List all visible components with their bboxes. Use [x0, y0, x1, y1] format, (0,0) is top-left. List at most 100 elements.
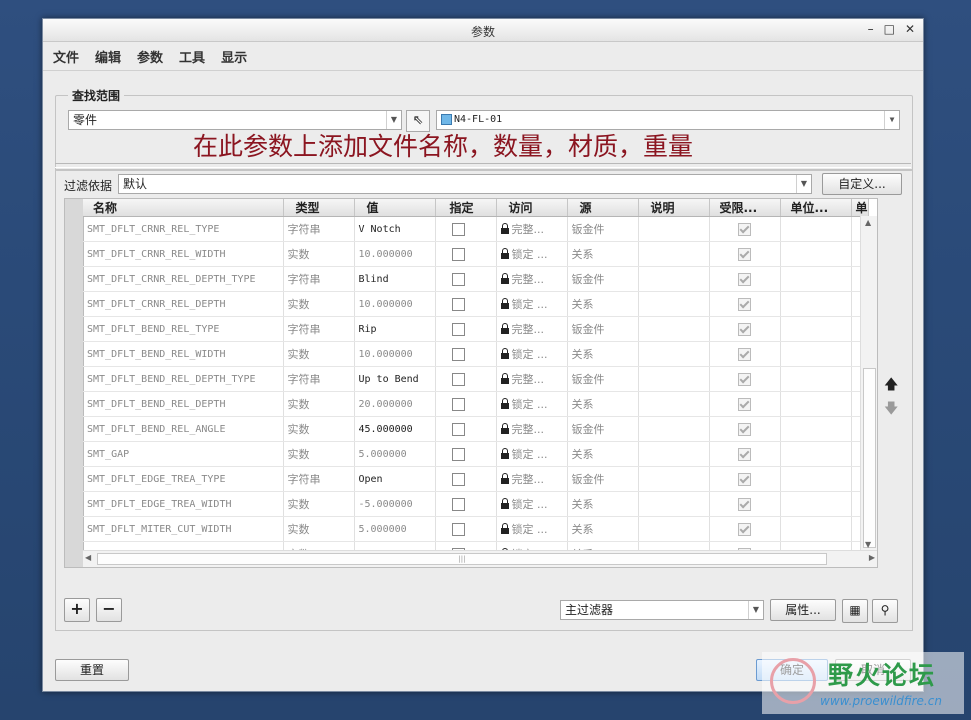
designate-checkbox[interactable]	[451, 497, 465, 511]
param-designate[interactable]	[435, 391, 497, 417]
param-access[interactable]: 锁定 ...	[496, 341, 568, 367]
col-description[interactable]: 说明	[638, 199, 710, 217]
designate-checkbox[interactable]	[451, 247, 465, 261]
table-row[interactable]: SMT_DFLT_MITER_CUT_WIDTH 实数 5.000000 锁定 ...…	[83, 516, 869, 542]
param-description[interactable]	[638, 491, 710, 517]
param-description[interactable]	[638, 466, 710, 492]
remove-parameter-button[interactable]: −	[96, 598, 122, 622]
param-designate[interactable]	[435, 366, 497, 392]
param-description[interactable]	[638, 216, 710, 242]
param-value[interactable]: Up to Bend	[354, 366, 436, 392]
table-row[interactable]: SMT_GAP 实数 5.000000 锁定 ... 关系	[83, 441, 869, 467]
param-description[interactable]	[638, 441, 710, 467]
param-access[interactable]: 锁定 ...	[496, 491, 568, 517]
param-value[interactable]: 5.000000	[354, 441, 436, 467]
param-designate[interactable]	[435, 491, 497, 517]
designate-checkbox[interactable]	[451, 297, 465, 311]
properties-button[interactable]: 属性...	[770, 599, 836, 621]
table-row[interactable]: SMT_DFLT_CRNR_REL_WIDTH 实数 10.000000 锁定 ...…	[83, 241, 869, 267]
param-value[interactable]: 10.000000	[354, 341, 436, 367]
param-value[interactable]: V Notch	[354, 216, 436, 242]
param-value[interactable]: 5.000000	[354, 516, 436, 542]
table-row[interactable]: SMT_DFLT_BEND_REL_ANGLE 实数 45.000000 完整... 钣…	[83, 416, 869, 442]
param-designate[interactable]	[435, 216, 497, 242]
designate-checkbox[interactable]	[451, 397, 465, 411]
maximize-button[interactable]: □	[884, 22, 895, 36]
param-designate[interactable]	[435, 341, 497, 367]
designate-checkbox[interactable]	[451, 372, 465, 386]
param-access[interactable]: 完整...	[496, 466, 568, 492]
param-access[interactable]: 完整...	[496, 366, 568, 392]
param-description[interactable]	[638, 516, 710, 542]
param-value[interactable]: 45.000000	[354, 416, 436, 442]
param-access[interactable]: 锁定 ...	[496, 291, 568, 317]
designate-checkbox[interactable]	[451, 222, 465, 236]
col-type[interactable]: 类型	[283, 199, 355, 217]
close-button[interactable]: ✕	[905, 22, 915, 36]
add-parameter-button[interactable]: +	[64, 598, 90, 622]
param-value[interactable]: 10.000000	[354, 291, 436, 317]
table-columns-button[interactable]: ▦	[842, 599, 868, 623]
param-access[interactable]: 锁定 ...	[496, 441, 568, 467]
param-access[interactable]: 完整...	[496, 316, 568, 342]
param-description[interactable]	[638, 416, 710, 442]
param-designate[interactable]	[435, 466, 497, 492]
param-value[interactable]: Rip	[354, 316, 436, 342]
col-designate[interactable]: 指定	[435, 199, 497, 217]
scroll-down-icon[interactable]: ▼	[865, 540, 871, 549]
table-row[interactable]: SMT_DFLT_BEND_REL_DEPTH_TYPE 字符串 Up to Ben…	[83, 366, 869, 392]
col-value[interactable]: 值	[354, 199, 436, 217]
param-description[interactable]	[638, 241, 710, 267]
move-down-icon[interactable]: 🡇	[884, 398, 898, 422]
designate-checkbox[interactable]	[451, 272, 465, 286]
menu-display[interactable]: 显示	[221, 47, 247, 66]
col-extra[interactable]: 单	[851, 199, 869, 217]
move-up-icon[interactable]: 🡅	[884, 374, 898, 398]
minimize-button[interactable]: –	[868, 22, 874, 36]
designate-checkbox[interactable]	[451, 347, 465, 361]
param-description[interactable]	[638, 291, 710, 317]
horizontal-scrollbar[interactable]: ◀ ||| ▶	[83, 550, 877, 567]
col-name[interactable]: 名称	[83, 199, 284, 217]
param-access[interactable]: 锁定 ...	[496, 241, 568, 267]
horizontal-scroll-thumb[interactable]: |||	[97, 553, 827, 565]
param-description[interactable]	[638, 316, 710, 342]
table-row[interactable]: SMT_DFLT_CRNR_REL_DEPTH_TYPE 字符串 Blind 完整..…	[83, 266, 869, 292]
param-access[interactable]: 锁定 ...	[496, 391, 568, 417]
col-units[interactable]: 单位...	[780, 199, 852, 217]
param-value[interactable]: Open	[354, 466, 436, 492]
menu-parameters[interactable]: 参数	[137, 47, 163, 66]
param-value[interactable]: -5.000000	[354, 491, 436, 517]
col-source[interactable]: 源	[567, 199, 639, 217]
param-designate[interactable]	[435, 241, 497, 267]
col-restricted[interactable]: 受限...	[709, 199, 781, 217]
designate-checkbox[interactable]	[451, 472, 465, 486]
param-access[interactable]: 锁定 ...	[496, 516, 568, 542]
designate-checkbox[interactable]	[451, 422, 465, 436]
param-description[interactable]	[638, 366, 710, 392]
scroll-right-icon[interactable]: ▶	[869, 553, 875, 562]
reset-button[interactable]: 重置	[55, 659, 129, 681]
param-designate[interactable]	[435, 291, 497, 317]
col-access[interactable]: 访问	[496, 199, 568, 217]
param-description[interactable]	[638, 266, 710, 292]
param-designate[interactable]	[435, 441, 497, 467]
param-access[interactable]: 完整...	[496, 266, 568, 292]
filter-select[interactable]: 默认 ▼	[118, 174, 812, 194]
table-row[interactable]: SMT_DFLT_BEND_REL_WIDTH 实数 10.000000 锁定 ...…	[83, 341, 869, 367]
designate-checkbox[interactable]	[451, 447, 465, 461]
param-access[interactable]: 完整...	[496, 216, 568, 242]
param-value[interactable]: 20.000000	[354, 391, 436, 417]
designate-checkbox[interactable]	[451, 322, 465, 336]
vertical-scrollbar[interactable]: ▲ ▼	[860, 216, 877, 551]
customize-button[interactable]: 自定义...	[822, 173, 902, 195]
param-designate[interactable]	[435, 316, 497, 342]
designate-checkbox[interactable]	[451, 522, 465, 536]
table-row[interactable]: SMT_DFLT_BEND_REL_TYPE 字符串 Rip 完整... 钣金件	[83, 316, 869, 342]
param-description[interactable]	[638, 341, 710, 367]
table-row[interactable]: SMT_DFLT_EDGE_TREA_TYPE 字符串 Open 完整... 钣金件	[83, 466, 869, 492]
param-designate[interactable]	[435, 416, 497, 442]
vertical-scroll-thumb[interactable]	[863, 368, 876, 548]
menu-edit[interactable]: 编辑	[95, 47, 121, 66]
param-value[interactable]: 10.000000	[354, 241, 436, 267]
